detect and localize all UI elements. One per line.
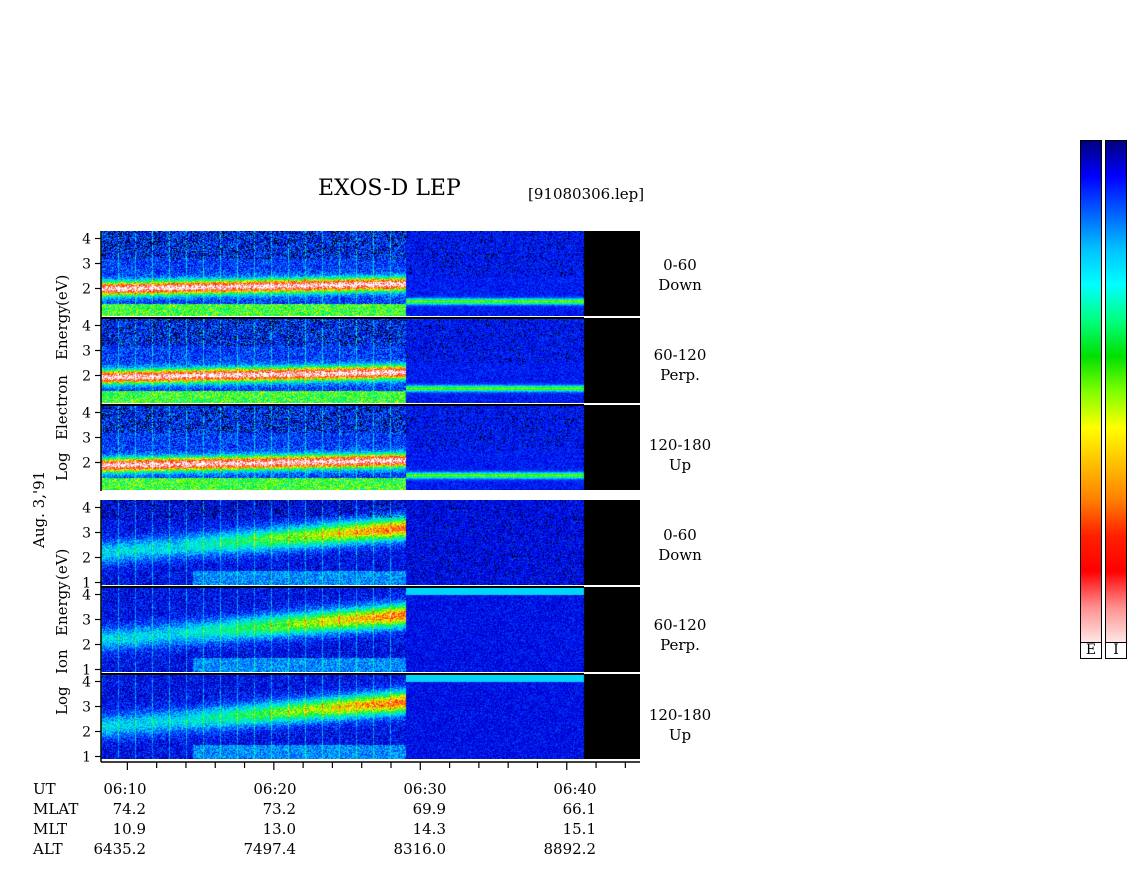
mlt-value: 15.1: [562, 820, 596, 838]
y-tick-label: 4: [82, 588, 91, 604]
mlat-value: 66.1: [562, 800, 596, 818]
panel-label-ion-perp: 60-120 Perp.: [653, 616, 707, 654]
y-tick-label: 2: [82, 456, 91, 472]
electron-ylabel-energy: Energy: [53, 305, 71, 360]
mlat-value: 69.9: [412, 800, 446, 818]
date-label: Aug. 3,'91: [30, 470, 48, 548]
ion-ylabel-species: Ion: [53, 649, 71, 674]
y-tick-label: 2: [82, 551, 91, 567]
ion-ylabel-unit: (eV): [53, 548, 71, 580]
ut-tick-0620: 06:20: [253, 780, 297, 798]
y-tick-label: 2: [82, 282, 91, 298]
panel-label-ion-down: 0-60 Down: [658, 526, 702, 564]
panel-label-electron-up: 120-180 Up: [648, 436, 712, 474]
colorbar-ion: [1105, 140, 1127, 644]
alt-value: 8316.0: [393, 840, 447, 858]
y-tick-label: 2: [82, 369, 91, 385]
row-name-alt: ALT: [33, 840, 63, 858]
ion-ylabel-energy: Energy: [53, 581, 71, 636]
panel-label-ion-up: 120-180 Up: [648, 706, 712, 744]
alt-value: 6435.2: [93, 840, 147, 858]
axes-overlay: 234234234123412341234: [82, 231, 640, 770]
y-tick-label: 3: [82, 257, 91, 273]
colorbar-label-ion: I: [1105, 642, 1127, 659]
y-tick-label: 3: [82, 526, 91, 542]
y-tick-label: 4: [82, 319, 91, 335]
electron-ylabel-species: Electron: [53, 375, 71, 440]
alt-value: 7497.4: [243, 840, 297, 858]
y-tick-label: 4: [82, 232, 91, 248]
y-tick-label: 3: [82, 613, 91, 629]
alt-value: 8892.2: [543, 840, 597, 858]
colorbar-electron: [1080, 140, 1102, 644]
y-tick-label: 4: [82, 675, 91, 691]
ut-tick-0640: 06:40: [553, 780, 597, 798]
y-tick-label: 2: [82, 638, 91, 654]
electron-ylabel-log: Log: [53, 452, 71, 481]
colorbar-label-electron: E: [1080, 642, 1102, 659]
group-gap: [99, 491, 640, 500]
ion-ylabel-log: Log: [53, 686, 71, 715]
y-tick-label: 3: [82, 431, 91, 447]
y-tick-label: 4: [82, 501, 91, 517]
mlt-value: 10.9: [112, 820, 146, 838]
mlat-value: 74.2: [112, 800, 146, 818]
y-tick-label: 3: [82, 344, 91, 360]
panel-label-electron-perp: 60-120 Perp.: [653, 346, 707, 384]
y-tick-label: 1: [82, 750, 91, 766]
mlat-value: 73.2: [262, 800, 296, 818]
row-name-mlat: MLAT: [33, 800, 79, 818]
row-name-ut: UT: [33, 780, 56, 798]
y-tick-label: 3: [82, 700, 91, 716]
y-tick-label: 2: [82, 725, 91, 741]
mlt-value: 14.3: [412, 820, 446, 838]
row-name-mlt: MLT: [33, 820, 68, 838]
ut-tick-0610: 06:10: [103, 780, 147, 798]
panel-label-electron-down: 0-60 Down: [658, 256, 702, 294]
mlt-value: 13.0: [262, 820, 296, 838]
y-tick-label: 4: [82, 406, 91, 422]
electron-ylabel-unit: (eV): [53, 274, 71, 306]
ut-tick-0630: 06:30: [403, 780, 447, 798]
